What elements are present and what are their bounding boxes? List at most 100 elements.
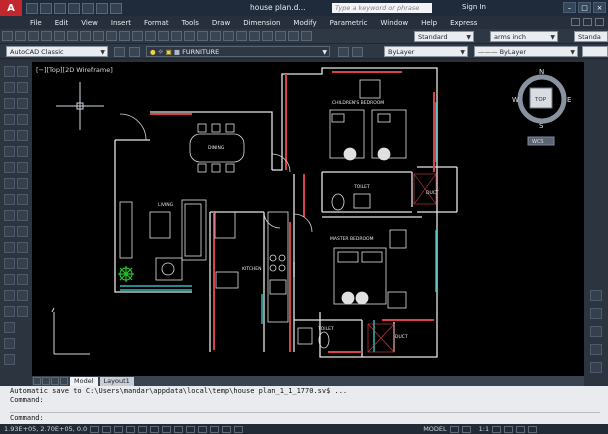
model-space-toggle[interactable]: MODEL (423, 425, 446, 433)
linetype-select[interactable]: ——— ByLayer ▼ (474, 46, 578, 57)
zoom-window-icon[interactable] (197, 31, 208, 41)
viewcube[interactable]: TOP N S W E WCS (512, 68, 571, 146)
last-tab-icon[interactable] (60, 377, 68, 385)
join-icon[interactable] (17, 258, 28, 269)
3d-object-snap-icon[interactable] (150, 425, 160, 433)
save-file-icon[interactable] (28, 31, 39, 41)
polygon-icon[interactable] (4, 114, 15, 125)
arc-icon[interactable] (4, 146, 15, 157)
menu-draw[interactable]: Draw (212, 19, 230, 27)
orbit-icon[interactable] (590, 344, 602, 355)
workspace-settings-icon[interactable] (114, 47, 125, 57)
polar-tracking-icon[interactable] (126, 425, 136, 433)
ducs-icon[interactable] (174, 425, 184, 433)
scale-icon[interactable] (17, 178, 28, 189)
menu-help[interactable]: Help (421, 19, 437, 27)
menu-window[interactable]: Window (381, 19, 409, 27)
zoom-extents-icon[interactable] (590, 326, 602, 337)
stretch-icon[interactable] (17, 194, 28, 205)
multiline-text-icon[interactable] (4, 354, 15, 365)
menu-file[interactable]: File (30, 19, 42, 27)
lineweight-icon[interactable] (198, 425, 208, 433)
minimize-icon[interactable]: – (563, 2, 576, 13)
erase-icon[interactable] (17, 66, 28, 77)
undo-tool-icon[interactable] (145, 31, 156, 41)
tool-palettes-icon[interactable] (249, 31, 260, 41)
annotation-visibility-icon[interactable] (492, 425, 502, 433)
block-editor-icon[interactable] (132, 31, 143, 41)
drawing-canvas[interactable]: CHILDREN'S BEDROOM DINING LIVING KITCHEN… (32, 62, 584, 376)
sign-in-button[interactable]: Sign In (462, 3, 486, 11)
quickcalc-icon[interactable] (288, 31, 299, 41)
rectangle-icon[interactable] (4, 130, 15, 141)
viewport-controls-label[interactable]: [−][Top][2D Wireframe] (36, 66, 113, 74)
rotate-icon[interactable] (17, 162, 28, 173)
zoom-realtime-icon[interactable] (184, 31, 195, 41)
print-icon[interactable] (82, 2, 94, 14)
zoom-previous-icon[interactable] (210, 31, 221, 41)
break-icon[interactable] (17, 242, 28, 253)
redo-tool-icon[interactable] (158, 31, 169, 41)
circle-icon[interactable] (4, 162, 15, 173)
publish-icon[interactable] (67, 31, 78, 41)
markup-icon[interactable] (275, 31, 286, 41)
save-as-icon[interactable] (68, 2, 80, 14)
plot-icon[interactable] (41, 31, 52, 41)
line-icon[interactable] (4, 66, 15, 77)
table-style-select[interactable]: Standa (574, 31, 608, 42)
transparency-icon[interactable] (210, 425, 220, 433)
chamfer-icon[interactable] (17, 274, 28, 285)
toolbar-lock-icon[interactable] (516, 425, 526, 433)
quick-view-drawings-icon[interactable] (461, 425, 471, 433)
menu-modify[interactable]: Modify (293, 19, 316, 27)
pan-nav-icon[interactable] (590, 308, 602, 319)
menu-view[interactable]: View (81, 19, 98, 27)
search-input[interactable]: Type a keyword or phrase (332, 3, 432, 13)
dynamic-input-icon[interactable] (186, 425, 196, 433)
layer-select[interactable]: ● ☼ ▣ ■ FURNITURE ▼ (146, 46, 330, 57)
tab-layout1[interactable]: Layout1 (99, 376, 134, 386)
clean-screen-icon[interactable] (528, 425, 538, 433)
cut-icon[interactable] (80, 31, 91, 41)
pan-icon[interactable] (171, 31, 182, 41)
tab-model[interactable]: Model (70, 376, 98, 386)
table-icon[interactable] (4, 338, 15, 349)
polyline-icon[interactable] (4, 98, 15, 109)
offset-icon[interactable] (17, 114, 28, 125)
quick-view-layouts-icon[interactable] (449, 425, 459, 433)
point-icon[interactable] (4, 274, 15, 285)
menu-parametric[interactable]: Parametric (330, 19, 368, 27)
previous-tab-icon[interactable] (42, 377, 50, 385)
workspace-switching-icon[interactable] (504, 425, 514, 433)
doc-restore-icon[interactable] (583, 18, 592, 26)
design-center-icon[interactable] (236, 31, 247, 41)
grid-display-icon[interactable] (102, 425, 112, 433)
open-file-icon[interactable] (15, 31, 26, 41)
plot-preview-icon[interactable] (54, 31, 65, 41)
menu-edit[interactable]: Edit (55, 19, 69, 27)
viewcube-top-face[interactable]: TOP (534, 97, 547, 103)
doc-minimize-icon[interactable] (571, 18, 580, 26)
ellipse-icon[interactable] (4, 210, 15, 221)
sheet-set-icon[interactable] (262, 31, 273, 41)
spline-icon[interactable] (4, 194, 15, 205)
close-icon[interactable]: × (593, 2, 606, 13)
lineweight-select[interactable] (582, 46, 608, 57)
menu-dimension[interactable]: Dimension (243, 19, 280, 27)
gradient-icon[interactable] (4, 306, 15, 317)
paste-icon[interactable] (106, 31, 117, 41)
doc-close-icon[interactable] (595, 18, 604, 26)
annotation-scale[interactable]: 1:1 (479, 425, 489, 433)
coordinates-readout[interactable]: 1.93E+05, 2.70E+05, 0.0 (4, 425, 87, 433)
maximize-icon[interactable]: □ (578, 2, 591, 13)
hatch-icon[interactable] (4, 290, 15, 301)
mirror-icon[interactable] (17, 98, 28, 109)
region-icon[interactable] (4, 322, 15, 333)
dim-style-select[interactable]: arms inch ▼ (490, 31, 558, 42)
make-current-layer-icon[interactable] (338, 47, 349, 57)
ortho-mode-icon[interactable] (114, 425, 124, 433)
first-tab-icon[interactable] (33, 377, 41, 385)
copy-icon[interactable] (93, 31, 104, 41)
save-icon[interactable] (54, 2, 66, 14)
insert-block-icon[interactable] (4, 242, 15, 253)
